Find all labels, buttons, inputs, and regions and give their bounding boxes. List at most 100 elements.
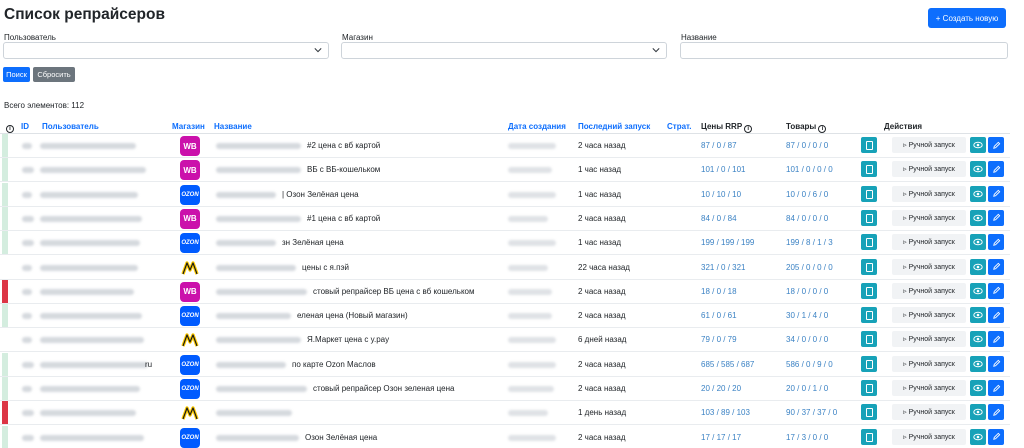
row-rrp-link[interactable]: 10 / 10 / 10	[701, 190, 741, 199]
row-goods-link[interactable]: 199 / 8 / 1 / 3	[786, 238, 833, 247]
edit-button[interactable]	[988, 380, 1004, 396]
manual-run-button[interactable]: ▹ Ручной запуск	[892, 331, 966, 348]
row-goods-link[interactable]: 34 / 0 / 0 / 0	[786, 335, 828, 344]
view-button[interactable]	[970, 404, 986, 421]
table-row[interactable]: Я.Маркет цена с y.pay 6 дней назад 79 / 0 …	[0, 328, 1010, 353]
strategy-button[interactable]	[861, 258, 877, 275]
edit-button[interactable]	[988, 428, 1004, 445]
table-row[interactable]: 1 день назад 103 / 89 / 103 90 / 37 / 37 /…	[0, 401, 1010, 426]
edit-button[interactable]	[988, 282, 1004, 299]
strategy-button[interactable]	[861, 282, 877, 299]
view-button[interactable]	[970, 307, 986, 324]
view-button[interactable]	[970, 234, 986, 251]
edit-button[interactable]	[988, 185, 1004, 202]
view-button[interactable]	[970, 258, 986, 275]
user-filter-select[interactable]	[3, 42, 329, 59]
table-row[interactable]: OZON Озон Зелёная цена 2 часа назад 17 / 17…	[0, 425, 1010, 448]
row-rrp-link[interactable]: 101 / 0 / 101	[701, 165, 745, 174]
strategy-button[interactable]	[861, 161, 877, 178]
table-row[interactable]: WB стовый репрайсер ВБ цена с вб кошелько…	[0, 279, 1010, 304]
column-created[interactable]: Дата создания	[508, 122, 566, 131]
table-row[interactable]: WB #2 цена с вб картой 2 часа назад 87 / 0 …	[0, 134, 1010, 158]
row-goods-link[interactable]: 30 / 1 / 4 / 0	[786, 311, 828, 320]
table-row[interactable]: WB ВБ с ВБ-кошельком 1 час назад 101 / 0 / …	[0, 158, 1010, 183]
strategy-button[interactable]	[861, 137, 877, 153]
row-rrp-link[interactable]: 321 / 0 / 321	[701, 263, 745, 272]
strategy-button[interactable]	[861, 404, 877, 421]
view-button[interactable]	[970, 137, 986, 153]
row-goods-link[interactable]: 84 / 0 / 0 / 0	[786, 214, 828, 223]
row-goods-link[interactable]: 90 / 37 / 37 / 0	[786, 408, 837, 417]
row-goods-link[interactable]: 18 / 0 / 0 / 0	[786, 287, 828, 296]
row-rrp-link[interactable]: 61 / 0 / 61	[701, 311, 737, 320]
edit-button[interactable]	[988, 161, 1004, 178]
strategy-button[interactable]	[861, 380, 877, 396]
strategy-button[interactable]	[861, 185, 877, 202]
row-goods-link[interactable]: 17 / 3 / 0 / 0	[786, 433, 828, 442]
strategy-button[interactable]	[861, 355, 877, 372]
edit-button[interactable]	[988, 234, 1004, 251]
table-row[interactable]: OZON | Озон Зелёная цена 1 час назад 10 / 1…	[0, 182, 1010, 207]
view-button[interactable]	[970, 161, 986, 178]
manual-run-button[interactable]: ▹ Ручной запуск	[892, 234, 966, 251]
edit-button[interactable]	[988, 209, 1004, 226]
table-row[interactable]: WB #1 цена с вб картой 2 часа назад 84 / 0 …	[0, 206, 1010, 231]
manual-run-button[interactable]: ▹ Ручной запуск	[892, 161, 966, 178]
view-button[interactable]	[970, 331, 986, 348]
row-goods-link[interactable]: 20 / 0 / 1 / 0	[786, 384, 828, 393]
row-goods-link[interactable]: 101 / 0 / 0 / 0	[786, 165, 833, 174]
row-goods-link[interactable]: 586 / 0 / 9 / 0	[786, 360, 833, 369]
row-rrp-link[interactable]: 199 / 199 / 199	[701, 238, 754, 247]
row-rrp-link[interactable]: 87 / 0 / 87	[701, 141, 737, 150]
manual-run-button[interactable]: ▹ Ручной запуск	[892, 404, 966, 421]
name-filter-input[interactable]	[680, 42, 1008, 59]
table-row[interactable]: OZON еленая цена (Новый магазин) 2 часа на…	[0, 304, 1010, 329]
edit-button[interactable]	[988, 307, 1004, 324]
view-button[interactable]	[970, 282, 986, 299]
manual-run-button[interactable]: ▹ Ручной запуск	[892, 428, 966, 445]
column-shop[interactable]: Магазин	[172, 122, 205, 131]
row-goods-link[interactable]: 10 / 0 / 6 / 0	[786, 190, 828, 199]
column-last-run[interactable]: Последний запуск	[578, 122, 650, 131]
manual-run-button[interactable]: ▹ Ручной запуск	[892, 282, 966, 299]
row-rrp-link[interactable]: 18 / 0 / 18	[701, 287, 737, 296]
row-rrp-link[interactable]: 103 / 89 / 103	[701, 408, 750, 417]
manual-run-button[interactable]: ▹ Ручной запуск	[892, 307, 966, 324]
column-user[interactable]: Пользователь	[42, 122, 99, 131]
manual-run-button[interactable]: ▹ Ручной запуск	[892, 185, 966, 202]
edit-button[interactable]	[988, 137, 1004, 153]
view-button[interactable]	[970, 380, 986, 396]
edit-button[interactable]	[988, 404, 1004, 421]
manual-run-button[interactable]: ▹ Ручной запуск	[892, 209, 966, 226]
edit-button[interactable]	[988, 258, 1004, 275]
column-name[interactable]: Название	[214, 122, 252, 131]
table-row[interactable]: OZON стовый репрайсер Озон зеленая цена 2 …	[0, 377, 1010, 401]
view-button[interactable]	[970, 355, 986, 372]
column-id[interactable]: ID	[21, 122, 29, 131]
strategy-button[interactable]	[861, 331, 877, 348]
search-button[interactable]: Поиск	[3, 67, 30, 82]
create-new-button[interactable]: + Создать новую	[928, 8, 1006, 28]
table-row[interactable]: цены с я.пэй 22 часа назад 321 / 0 / 321 20…	[0, 255, 1010, 280]
row-goods-link[interactable]: 205 / 0 / 0 / 0	[786, 263, 833, 272]
row-rrp-link[interactable]: 20 / 20 / 20	[701, 384, 741, 393]
view-button[interactable]	[970, 209, 986, 226]
column-strat[interactable]: Страт.	[667, 122, 691, 131]
strategy-button[interactable]	[861, 307, 877, 324]
manual-run-button[interactable]: ▹ Ручной запуск	[892, 380, 966, 396]
row-goods-link[interactable]: 87 / 0 / 0 / 0	[786, 141, 828, 150]
strategy-button[interactable]	[861, 428, 877, 445]
manual-run-button[interactable]: ▹ Ручной запуск	[892, 137, 966, 153]
row-rrp-link[interactable]: 84 / 0 / 84	[701, 214, 737, 223]
table-row[interactable]: ru OZON по карте Ozon Маслов 2 часа назад 68…	[0, 352, 1010, 377]
view-button[interactable]	[970, 428, 986, 445]
strategy-button[interactable]	[861, 209, 877, 226]
reset-button[interactable]: Сбросить	[33, 67, 75, 82]
row-rrp-link[interactable]: 79 / 0 / 79	[701, 335, 737, 344]
table-row[interactable]: OZON зн Зелёная цена 1 час назад 199 / 199 …	[0, 231, 1010, 256]
manual-run-button[interactable]: ▹ Ручной запуск	[892, 355, 966, 372]
strategy-button[interactable]	[861, 234, 877, 251]
row-rrp-link[interactable]: 17 / 17 / 17	[701, 433, 741, 442]
view-button[interactable]	[970, 185, 986, 202]
manual-run-button[interactable]: ▹ Ручной запуск	[892, 258, 966, 275]
